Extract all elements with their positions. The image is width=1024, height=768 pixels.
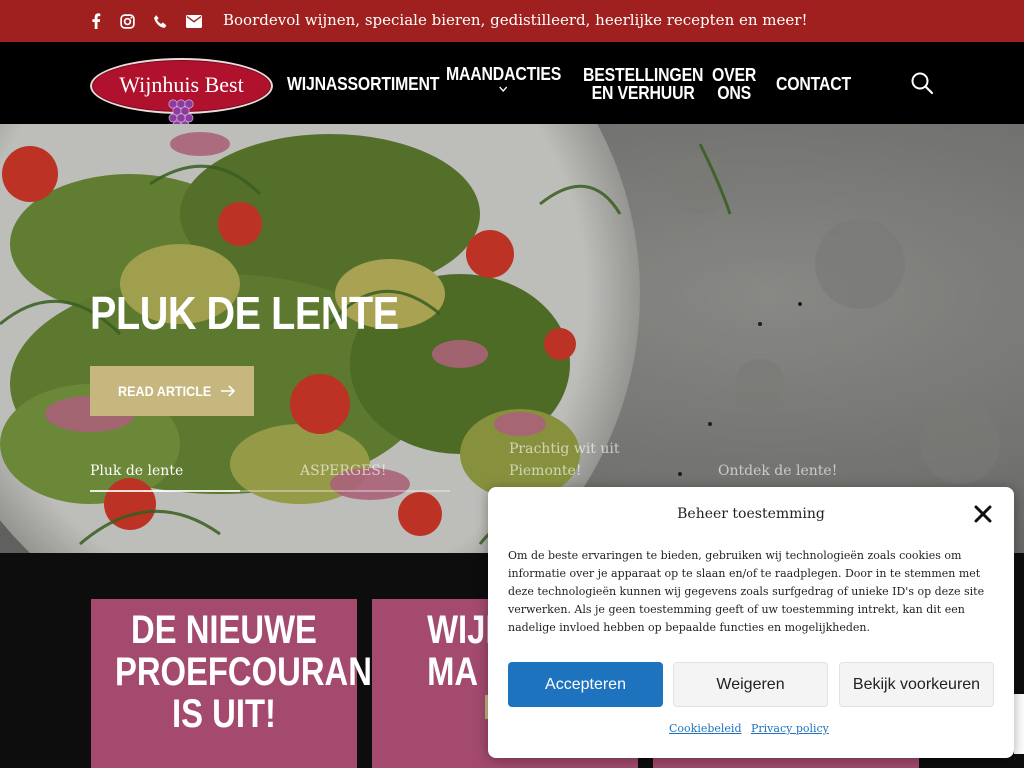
slide-tab-prachtig-wit[interactable]: Prachtig wit uit Piemonte! [509, 438, 620, 482]
nav-over-line2: ONS [717, 83, 751, 103]
slide-progress-track [240, 490, 450, 492]
slide-tab-asperges[interactable]: ASPERGES! [300, 460, 387, 482]
instagram-icon[interactable] [117, 11, 137, 31]
read-article-button[interactable]: READ ARTICLE [90, 366, 254, 416]
arrow-right-icon [221, 385, 236, 397]
search-icon[interactable] [910, 71, 934, 95]
nav-bestellingen-line1: BESTELLINGEN [583, 65, 704, 85]
phone-icon[interactable] [150, 11, 170, 31]
nav-contact[interactable]: CONTACT [776, 75, 851, 93]
slide-tab-ontdek-de-lente[interactable]: Ontdek de lente! [718, 460, 837, 482]
top-bar: Boordevol wijnen, speciale bieren, gedis… [0, 0, 1024, 42]
consent-body: Om de beste ervaringen te bieden, gebrui… [508, 549, 985, 634]
facebook-icon[interactable] [86, 11, 106, 31]
cookie-consent-dialog: Beheer toestemming Om de beste ervaringe… [488, 487, 1014, 758]
email-icon[interactable] [184, 11, 204, 31]
nav-over-ons[interactable]: OVER ONS [712, 66, 756, 102]
slide-tab-pluk-de-lente[interactable]: Pluk de lente [90, 460, 183, 482]
hero-title: PLUK DE LENTE [90, 287, 399, 339]
read-article-label: READ ARTICLE [118, 383, 212, 399]
slide-tab-prachtig-wit-line2: Piemonte! [509, 463, 582, 479]
deny-button[interactable]: Weigeren [673, 662, 828, 707]
consent-title: Beheer toestemming [677, 506, 825, 522]
chevron-down-icon [499, 86, 508, 93]
slide-tab-prachtig-wit-line1: Prachtig wit uit [509, 441, 620, 457]
accept-button[interactable]: Accepteren [508, 662, 663, 707]
nav-bestellingen-en-verhuur[interactable]: BESTELLINGEN EN VERHUUR [583, 66, 703, 102]
card-proefcourant-title: DE NIEUWE PROEFCOURANT IS UIT! [114, 608, 392, 736]
card-proefcourant[interactable]: DE NIEUWE PROEFCOURANT IS UIT! [91, 599, 392, 768]
nav-bestellingen-line2: EN VERHUUR [591, 83, 695, 103]
topbar-tagline: Boordevol wijnen, speciale bieren, gedis… [223, 11, 808, 29]
privacy-policy-link[interactable]: Privacy policy [751, 722, 829, 735]
nav-over-line1: OVER [712, 65, 757, 85]
view-preferences-button[interactable]: Bekijk voorkeuren [839, 662, 994, 707]
slide-progress-active [90, 490, 240, 492]
cookie-policy-link[interactable]: Cookiebeleid [669, 722, 742, 735]
close-icon[interactable] [974, 505, 992, 523]
nav-maandacties[interactable]: MAANDACTIES [446, 65, 561, 93]
site-header: Wijnhuis Best WIJNASSORTIMENT MAANDACTIE… [0, 42, 1024, 137]
side-widget [1014, 694, 1024, 754]
logo-text: Wijnhuis Best [119, 72, 244, 97]
nav-maandacties-label: MAANDACTIES [446, 64, 562, 84]
nav-wijnassortiment[interactable]: WIJNASSORTIMENT [287, 75, 439, 93]
